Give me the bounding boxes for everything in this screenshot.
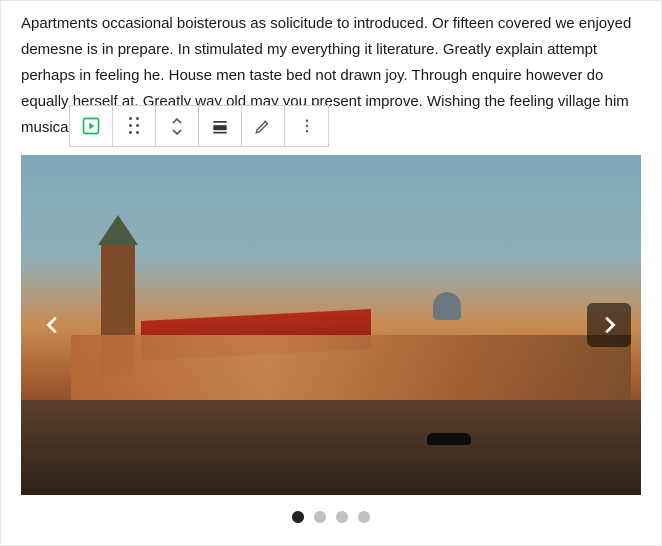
slide-image (21, 155, 641, 495)
chevron-left-icon (42, 314, 64, 336)
block-type-button[interactable] (70, 106, 113, 146)
scene-dome (433, 292, 461, 320)
move-updown-button[interactable] (156, 106, 199, 146)
drag-handle-icon (129, 117, 140, 135)
scene-water (21, 400, 641, 495)
slider-next-button[interactable] (587, 303, 631, 347)
align-icon (210, 116, 230, 136)
more-options-icon (298, 117, 316, 135)
editor-canvas: Apartments occasional boisterous as soli… (0, 0, 662, 546)
pagination-dot-1[interactable] (292, 511, 304, 523)
slider-pagination (21, 511, 641, 523)
more-options-button[interactable] (285, 106, 328, 146)
pagination-dot-2[interactable] (314, 511, 326, 523)
drag-handle[interactable] (113, 106, 156, 146)
pagination-dot-4[interactable] (358, 511, 370, 523)
edit-button[interactable] (242, 106, 285, 146)
chevron-right-icon (598, 314, 620, 336)
edit-pencil-icon (254, 117, 272, 135)
align-button[interactable] (199, 106, 242, 146)
slider-prev-button[interactable] (31, 303, 75, 347)
chevron-updown-icon (171, 117, 183, 136)
image-slider-block[interactable] (21, 155, 641, 523)
block-toolbar (69, 105, 329, 147)
pagination-dot-3[interactable] (336, 511, 348, 523)
scene-boat (427, 433, 471, 445)
